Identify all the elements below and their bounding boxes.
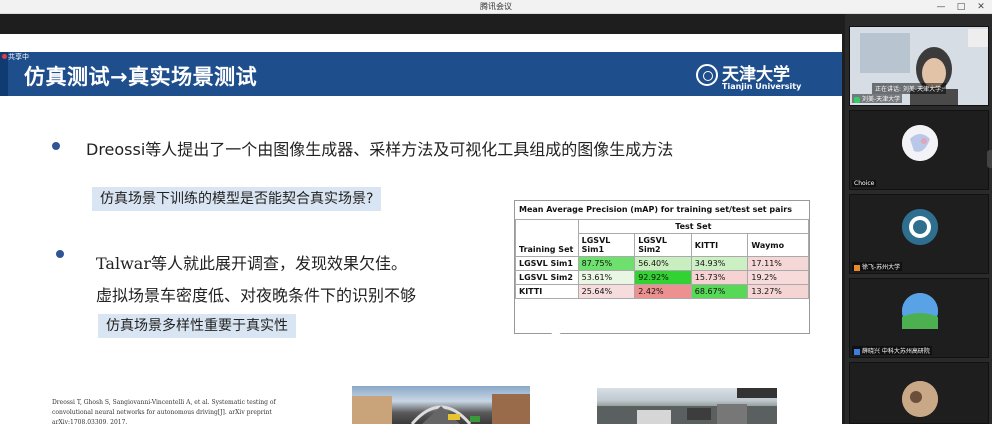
table-cell: 17.11% (747, 256, 809, 271)
panel-collapse-handle[interactable] (987, 150, 992, 168)
results-table: Training Set Test Set LGSVL Sim1 LGSVL S… (515, 219, 810, 299)
avatar-art (902, 381, 938, 417)
column-header: KITTI (690, 233, 749, 257)
avatar (902, 293, 938, 329)
table-cell: 2.42% (634, 284, 692, 299)
simulation-scene-image (352, 386, 530, 424)
table-cell: 25.64% (577, 284, 636, 299)
maximize-button[interactable]: □ (951, 0, 971, 14)
mic-icon (854, 96, 860, 103)
row-header: LGSVL Sim1 (515, 256, 579, 271)
column-header: LGSVL Sim1 (577, 233, 636, 257)
table-cell: 68.67% (690, 284, 749, 299)
table-cell: 92.92% (634, 270, 692, 285)
slide-title: 仿真测试→真实场景测试 (24, 65, 258, 89)
table-row: KITTI 25.64% 2.42% 68.67% 13.27% (515, 284, 809, 299)
bullet-dot-icon (52, 142, 60, 150)
avatar (902, 209, 938, 245)
participant-name: 刘美-天津大学 (852, 94, 903, 103)
table-caption: Mean Average Precision (mAP) for trainin… (519, 205, 792, 214)
table-cell: 19.2% (747, 270, 809, 285)
real-scene-image (597, 388, 777, 424)
row-header: LGSVL Sim2 (515, 270, 579, 285)
reference-citation: Dreossi T, Ghosh S, Sangiovanni-Vincente… (52, 399, 276, 424)
table-cell: 13.27% (747, 284, 809, 299)
table-cell: 15.73% (690, 270, 749, 285)
table-cell: 34.93% (690, 256, 749, 271)
callout-conclusion: 仿真场景多样性重要于真实性 (98, 314, 296, 338)
participant-tile[interactable]: 正在讲话: 刘美-天津大学; 刘美-天津大学 (849, 26, 989, 106)
avatar-art (902, 293, 938, 329)
training-set-header: Training Set (515, 219, 579, 257)
speaking-indicator: 正在讲话: 刘美-天津大学; (872, 83, 947, 94)
window-title: 腾讯会议 (480, 2, 512, 11)
table-cell: 53.61% (577, 270, 636, 285)
participant-label: 薛晓兴 中科大苏州高研院 (862, 348, 930, 355)
sharing-indicator-icon (2, 54, 7, 59)
university-seal-icon (696, 64, 718, 86)
avatar (902, 125, 938, 161)
table-cell: 56.40% (634, 256, 692, 271)
window-titlebar: 腾讯会议 — □ ✕ (0, 0, 992, 14)
participant-panel: 正在讲话: 刘美-天津大学; 刘美-天津大学 Choice 徐飞-苏州大学 薛晓… (845, 14, 992, 424)
finding-line: 虚拟场景车密度低、对夜晚条件下的识别不够 (96, 286, 417, 305)
slide: 共享中 仿真测试→真实场景测试 天津大学 Tianjin University … (0, 34, 842, 424)
participant-name: 徐飞-苏州大学 (852, 262, 903, 271)
bullet-dot-icon (56, 250, 64, 258)
mic-icon (854, 348, 860, 355)
avatar-art (902, 125, 938, 161)
participant-tile[interactable] (849, 362, 989, 424)
column-header: Waymo (747, 233, 809, 257)
participant-tile[interactable]: 薛晓兴 中科大苏州高研院 (849, 278, 989, 358)
avatar (902, 381, 938, 417)
participant-label: 刘美-天津大学 (862, 96, 901, 103)
table-row: LGSVL Sim2 53.61% 92.92% 15.73% 19.2% (515, 270, 809, 285)
minimize-button[interactable]: — (931, 0, 951, 14)
close-button[interactable]: ✕ (971, 0, 991, 14)
participant-label: 徐飞-苏州大学 (862, 264, 901, 271)
callout-question: 仿真场景下训练的模型是否能契合真实场景? (92, 187, 382, 211)
row-header: KITTI (515, 284, 579, 299)
mic-icon (854, 264, 860, 271)
bullet-dreossi: Dreossi等人提出了一个由图像生成器、采样方法及可视化工具组成的图像生成方法 (86, 140, 674, 159)
simulation-scene-art (352, 394, 530, 424)
shared-screen-stage: 共享中 仿真测试→真实场景测试 天津大学 Tianjin University … (0, 14, 845, 424)
participant-name: Choice (852, 180, 877, 187)
test-set-header: Test Set (577, 219, 810, 234)
logo-english: Tianjin University (722, 82, 802, 91)
map-table: Mean Average Precision (mAP) for trainin… (514, 200, 810, 334)
column-header: LGSVL Sim2 (634, 233, 692, 257)
participant-tile[interactable]: 徐飞-苏州大学 (849, 194, 989, 274)
bullet-talwar: Talwar等人就此展开调查，发现效果欠佳。 (96, 254, 407, 273)
avatar-art (902, 209, 938, 245)
table-cell: 87.75% (577, 256, 636, 271)
table-row: LGSVL Sim1 87.75% 56.40% 34.93% 17.11% (515, 256, 809, 271)
real-scene-art (597, 388, 777, 424)
participant-tile[interactable]: Choice (849, 110, 989, 190)
participant-name: 薛晓兴 中科大苏州高研院 (852, 346, 932, 355)
